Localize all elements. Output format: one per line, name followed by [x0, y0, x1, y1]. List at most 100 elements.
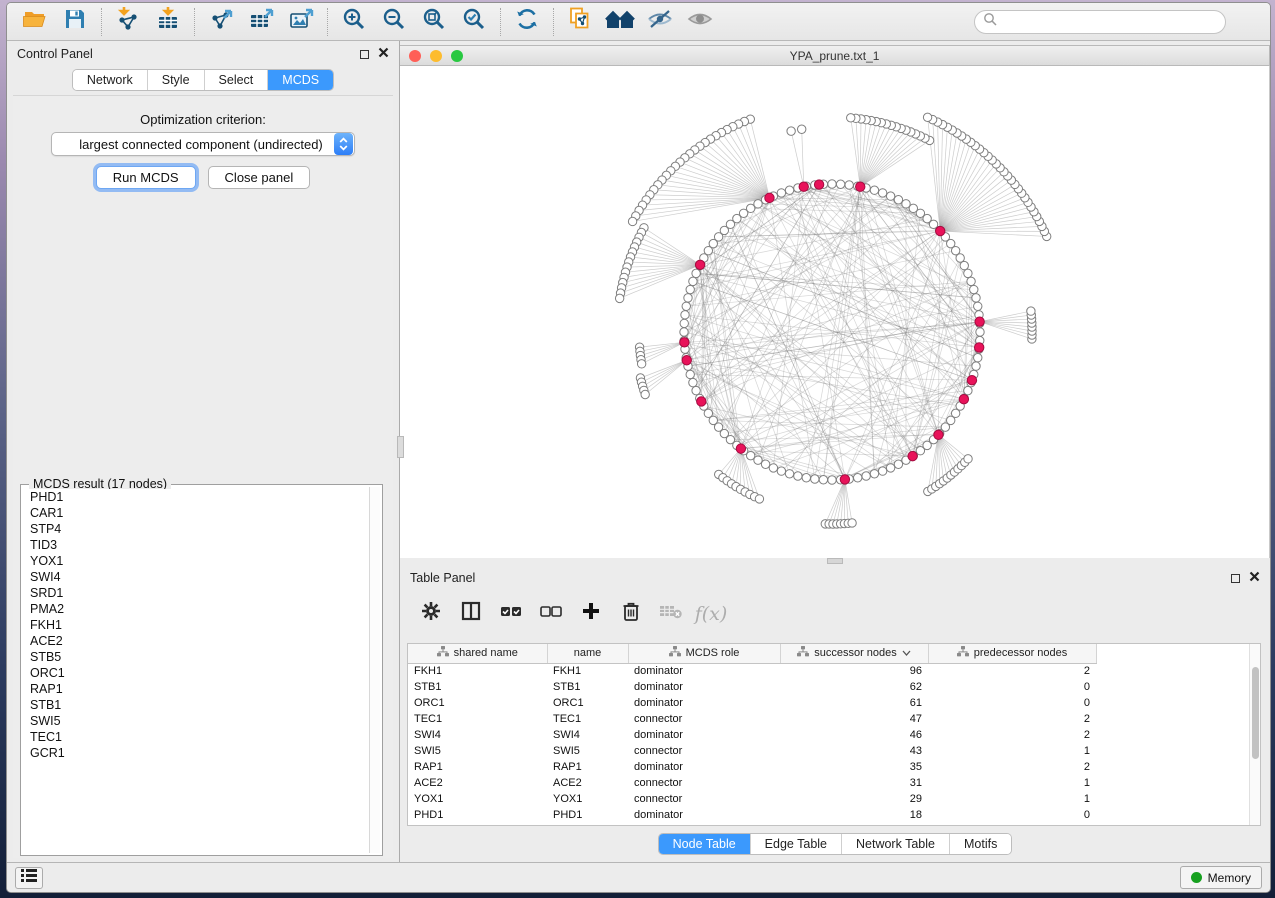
- close-panel-button[interactable]: Close panel: [208, 166, 311, 189]
- tab-network-table[interactable]: Network Table: [842, 834, 950, 854]
- eye-icon: [686, 7, 714, 36]
- network-view-titlebar[interactable]: YPA_prune.txt_1: [400, 45, 1270, 66]
- table-row[interactable]: ACE2ACE2connector311: [408, 775, 1096, 791]
- table-scrollbar-thumb[interactable]: [1252, 667, 1259, 759]
- mcds-result-item[interactable]: PHD1: [24, 489, 368, 505]
- task-history-button[interactable]: [15, 867, 43, 889]
- first-neighbors-button[interactable]: [600, 6, 640, 38]
- mcds-result-item[interactable]: TID3: [24, 537, 368, 553]
- tab-network[interactable]: Network: [73, 70, 148, 90]
- table-cell: PHD1: [408, 807, 547, 823]
- fx-icon: f(x): [695, 603, 728, 625]
- import-network-button[interactable]: [108, 6, 148, 38]
- table-row[interactable]: STB1STB1dominator620: [408, 679, 1096, 695]
- mcds-list-scrollbar[interactable]: [369, 487, 380, 853]
- table-cell: dominator: [628, 759, 780, 775]
- table-row[interactable]: SWI5SWI5connector431: [408, 743, 1096, 759]
- refresh-layout-button[interactable]: [507, 6, 547, 38]
- search-field[interactable]: [974, 10, 1226, 34]
- table-cell: 29: [780, 791, 928, 807]
- close-panel-icon[interactable]: [378, 45, 389, 63]
- table-cell: connector: [628, 791, 780, 807]
- memory-button[interactable]: Memory: [1180, 866, 1262, 889]
- zoom-fit-button[interactable]: [414, 6, 454, 38]
- delete-table-button[interactable]: [654, 598, 688, 630]
- table-cell: 2: [928, 663, 1096, 679]
- mcds-result-item[interactable]: YOX1: [24, 553, 368, 569]
- mcds-result-item[interactable]: CAR1: [24, 505, 368, 521]
- deselect-all-rows-button[interactable]: [534, 598, 568, 630]
- zoom-in-button[interactable]: [334, 6, 374, 38]
- save-session-button[interactable]: [55, 6, 95, 38]
- mcds-result-item[interactable]: STB5: [24, 649, 368, 665]
- optimization-criterion-select[interactable]: largest connected component (undirected): [51, 132, 355, 156]
- table-cell: 96: [780, 663, 928, 679]
- tab-mcds[interactable]: MCDS: [268, 70, 333, 90]
- search-input[interactable]: [1002, 15, 1217, 29]
- clone-network-button[interactable]: [560, 6, 600, 38]
- column-header-successor-nodes[interactable]: successor nodes: [780, 644, 928, 663]
- mcds-result-item[interactable]: SRD1: [24, 585, 368, 601]
- mcds-result-item[interactable]: FKH1: [24, 617, 368, 633]
- table-cell: FKH1: [547, 663, 628, 679]
- tab-motifs[interactable]: Motifs: [950, 834, 1011, 854]
- table-cell: FKH1: [408, 663, 547, 679]
- table-scrollbar[interactable]: [1249, 644, 1260, 825]
- table-row[interactable]: PHD1PHD1dominator180: [408, 807, 1096, 823]
- column-header-shared-name[interactable]: shared name: [408, 644, 547, 663]
- delete-columns-button[interactable]: [614, 598, 648, 630]
- tab-style[interactable]: Style: [148, 70, 205, 90]
- houses-icon: [605, 7, 635, 36]
- import-table-button[interactable]: [148, 6, 188, 38]
- show-columns-button[interactable]: [454, 598, 488, 630]
- run-mcds-button[interactable]: Run MCDS: [96, 166, 196, 189]
- mcds-result-item[interactable]: PMA2: [24, 601, 368, 617]
- shared-column-icon: [797, 646, 809, 660]
- table-options-button[interactable]: [414, 598, 448, 630]
- table-row[interactable]: RAP1RAP1dominator352: [408, 759, 1096, 775]
- node-table-grid[interactable]: shared namenameMCDS rolesuccessor nodesp…: [408, 644, 1097, 823]
- export-network-button[interactable]: [201, 6, 241, 38]
- table-row[interactable]: YOX1YOX1connector291: [408, 791, 1096, 807]
- export-table-button[interactable]: [241, 6, 281, 38]
- zoom-selected-button[interactable]: [454, 6, 494, 38]
- mcds-result-item[interactable]: STB1: [24, 697, 368, 713]
- mcds-result-list[interactable]: PHD1CAR1STP4TID3YOX1SWI4SRD1PMA2FKH1ACE2…: [24, 489, 368, 851]
- table-row[interactable]: ORC1ORC1dominator610: [408, 695, 1096, 711]
- tab-edge-table[interactable]: Edge Table: [751, 834, 842, 854]
- mcds-result-item[interactable]: RAP1: [24, 681, 368, 697]
- open-file-button[interactable]: [15, 6, 55, 38]
- table-row[interactable]: FKH1FKH1dominator962: [408, 663, 1096, 679]
- eye-slash-icon: [646, 7, 674, 36]
- table-row[interactable]: TEC1TEC1connector472: [408, 711, 1096, 727]
- close-table-panel-icon[interactable]: [1249, 569, 1260, 587]
- zoom-out-button[interactable]: [374, 6, 414, 38]
- network-graph[interactable]: [400, 66, 1260, 558]
- mcds-result-item[interactable]: GCR1: [24, 745, 368, 761]
- tab-select[interactable]: Select: [205, 70, 269, 90]
- column-header-name[interactable]: name: [547, 644, 628, 663]
- hide-selected-button[interactable]: [640, 6, 680, 38]
- mcds-result-item[interactable]: ORC1: [24, 665, 368, 681]
- function-builder-button[interactable]: f(x): [694, 598, 728, 630]
- mcds-result-item[interactable]: TEC1: [24, 729, 368, 745]
- float-table-panel-icon[interactable]: [1231, 574, 1240, 583]
- splitter-handle[interactable]: [827, 558, 843, 564]
- add-column-button[interactable]: [574, 598, 608, 630]
- mcds-result-item[interactable]: SWI5: [24, 713, 368, 729]
- panel-splitter-handle[interactable]: [397, 436, 404, 458]
- table-row[interactable]: SWI4SWI4dominator462: [408, 727, 1096, 743]
- mcds-result-item[interactable]: SWI4: [24, 569, 368, 585]
- tab-node-table[interactable]: Node Table: [659, 834, 751, 854]
- network-canvas[interactable]: [400, 66, 1270, 558]
- column-header-predecessor-nodes[interactable]: predecessor nodes: [928, 644, 1096, 663]
- float-panel-icon[interactable]: [360, 50, 369, 59]
- mcds-result-item[interactable]: STP4: [24, 521, 368, 537]
- mcds-result-item[interactable]: ACE2: [24, 633, 368, 649]
- import-network-icon: [115, 6, 141, 37]
- show-all-button[interactable]: [680, 6, 720, 38]
- select-all-rows-button[interactable]: [494, 598, 528, 630]
- horizontal-splitter[interactable]: [400, 558, 1270, 565]
- column-header-MCDS-role[interactable]: MCDS role: [628, 644, 780, 663]
- export-image-button[interactable]: [281, 6, 321, 38]
